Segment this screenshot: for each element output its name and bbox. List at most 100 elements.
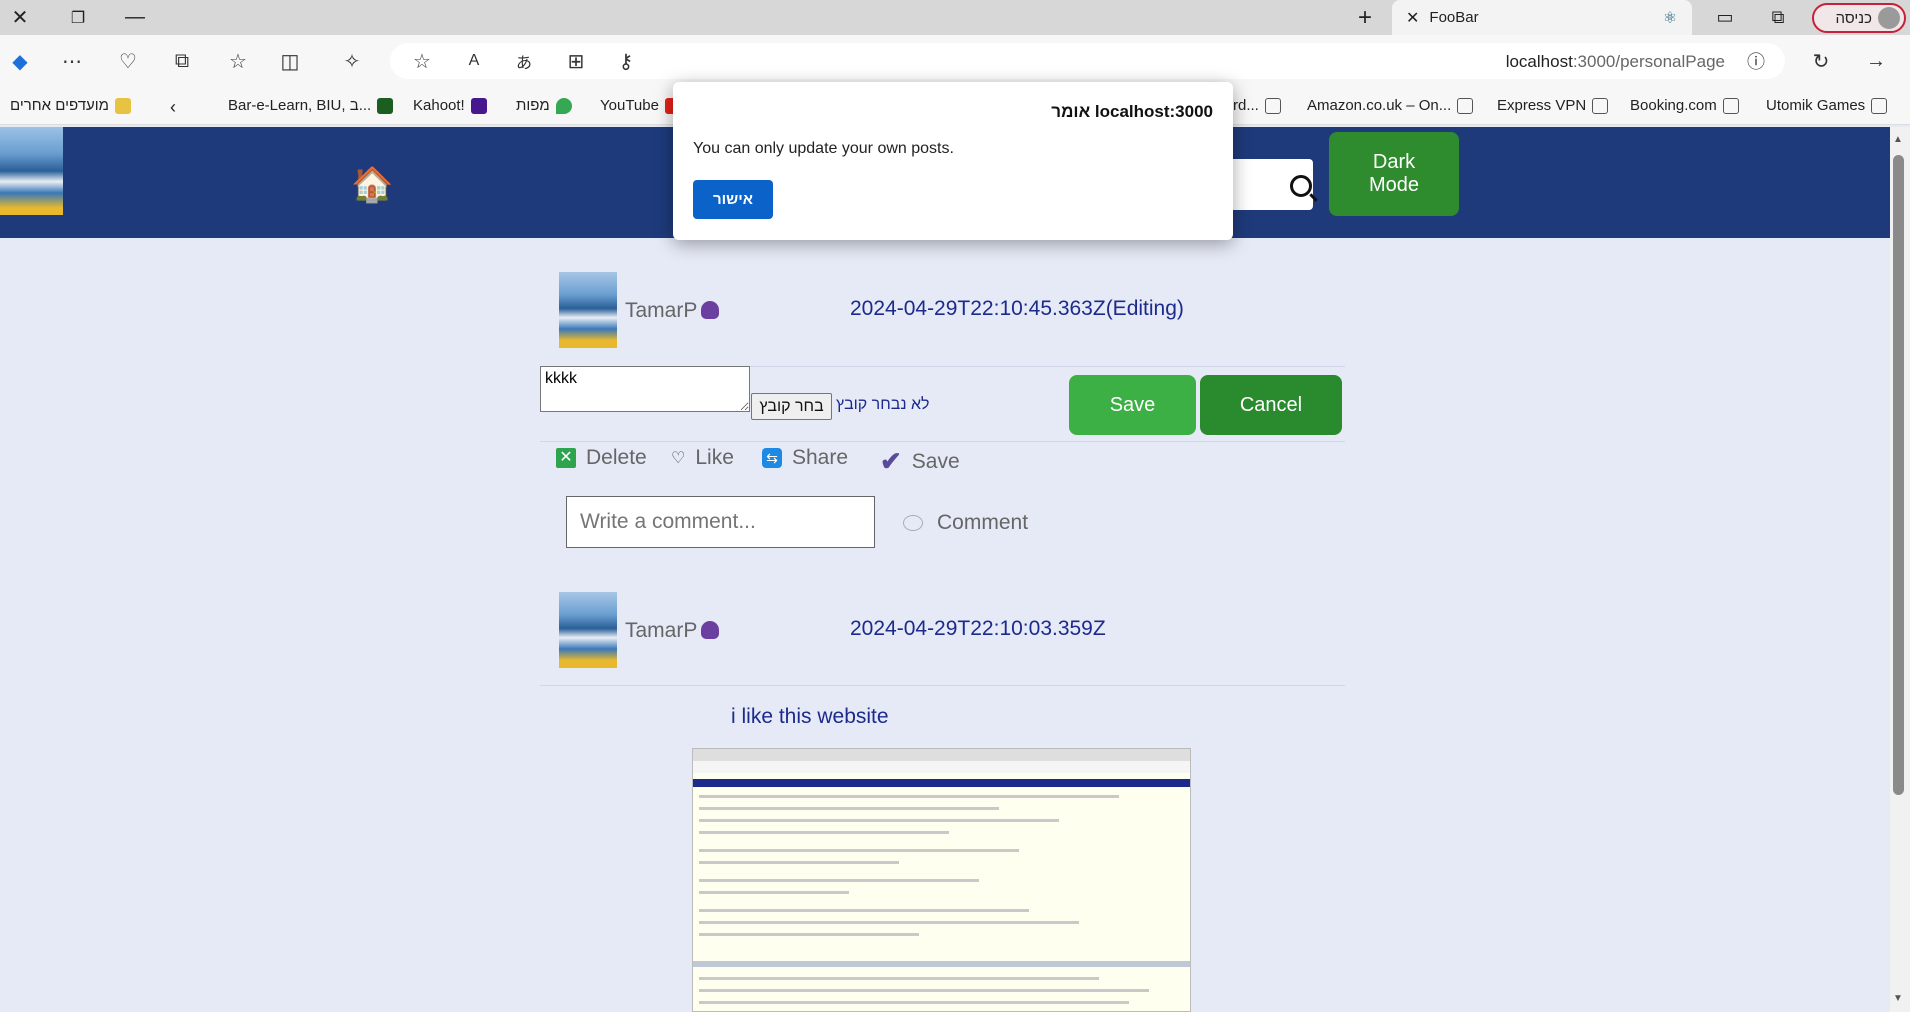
apps-icon[interactable]: ⊞ — [560, 45, 592, 77]
bookmark-kahoot[interactable]: Kahoot! — [413, 97, 487, 114]
address-bar[interactable]: ☆ A あ ⊞ ⚷ localhost:3000/personalPage ⓘ — [390, 43, 1785, 79]
scrollbar-thumb[interactable] — [1893, 155, 1904, 795]
tab-foobar[interactable]: ✕ FooBar — [1392, 0, 1692, 35]
new-tab-icon[interactable]: + — [1345, 0, 1385, 35]
post-image — [692, 748, 1191, 1012]
restore-window-icon[interactable]: ❐ — [58, 0, 98, 35]
workspaces-icon[interactable]: ⧉ — [1758, 0, 1798, 35]
home-icon[interactable]: 🏠 — [351, 165, 393, 205]
image-address-bar — [693, 761, 1190, 773]
divider — [540, 441, 1345, 442]
delete-action[interactable]: ✕ Delete — [556, 446, 647, 470]
username-text: TamarP — [625, 619, 698, 642]
dark-mode-button[interactable]: Dark Mode — [1329, 132, 1459, 216]
collections-icon[interactable]: ⧉ — [166, 45, 198, 77]
share-action[interactable]: ⇆ Share — [762, 446, 848, 470]
close-window-icon[interactable]: ✕ — [0, 0, 40, 35]
read-aloud-icon[interactable]: A — [458, 45, 490, 77]
site-info-icon[interactable]: ⓘ — [1740, 45, 1772, 77]
post-username[interactable]: TamarP — [625, 299, 720, 323]
kahoot-icon — [470, 97, 487, 114]
extensions-icon[interactable]: ✧ — [336, 45, 368, 77]
scroll-up-icon[interactable]: ▲ — [1893, 134, 1903, 145]
comment-button[interactable]: Comment — [903, 511, 1028, 535]
dialog-title: localhost:3000 אומר — [1051, 102, 1213, 121]
share-label: Share — [792, 446, 849, 469]
close-tab-icon[interactable]: ✕ — [1406, 8, 1419, 28]
page-icon — [1592, 97, 1609, 114]
url-text: localhost:3000/personalPage — [1506, 52, 1725, 72]
choose-file-button[interactable]: בחר קובץ — [751, 393, 832, 420]
cancel-button[interactable]: Cancel — [1200, 375, 1342, 435]
bookmark-expressvpn[interactable]: Express VPN — [1497, 97, 1609, 114]
key-icon[interactable]: ⚷ — [610, 45, 642, 77]
image-text-line — [699, 909, 1029, 912]
comment-label: Comment — [937, 511, 1029, 534]
image-text-line — [699, 891, 849, 894]
bookmark-youtube[interactable]: YouTube — [600, 97, 681, 114]
favorite-star-icon[interactable]: ☆ — [406, 45, 438, 77]
save-button[interactable]: Save — [1069, 375, 1196, 435]
tab-layout-icon[interactable]: ▭ — [1705, 0, 1745, 35]
bookmark-booking[interactable]: Booking.com — [1630, 97, 1739, 114]
image-browser-tabs — [693, 749, 1190, 761]
bookmark-label: Kahoot! — [413, 97, 465, 114]
bookmark-maps[interactable]: מפות — [516, 97, 572, 114]
like-label: Like — [695, 446, 734, 469]
bookmark-other-favorites[interactable]: מועדפים אחרים — [10, 97, 131, 114]
cancel-label: Cancel — [1239, 393, 1303, 416]
image-text-line — [699, 1001, 1129, 1004]
page-icon — [1871, 97, 1888, 114]
like-action[interactable]: ♡ Like — [671, 446, 734, 470]
dark-mode-label: Dark Mode — [1368, 151, 1420, 196]
elearn-icon — [377, 97, 394, 114]
dialog-ok-button[interactable]: אישור — [693, 180, 773, 219]
bookmark-label: Bar-e-Learn, BIU, ב... — [228, 97, 372, 114]
minimize-window-icon[interactable]: — — [115, 0, 155, 35]
bookmark-rd[interactable]: rd... — [1233, 97, 1281, 114]
maps-icon — [555, 97, 572, 114]
bookmark-label: rd... — [1233, 97, 1259, 114]
avatar — [559, 592, 617, 668]
page-icon — [1457, 97, 1474, 114]
image-text-line — [699, 807, 999, 810]
bookmark-bar-elearn[interactable]: Bar-e-Learn, BIU, ב... — [228, 97, 394, 114]
more-icon[interactable]: ⋯ — [56, 45, 88, 77]
forward-icon[interactable]: → — [1860, 45, 1892, 77]
save-post-action[interactable]: ✔ Save — [880, 446, 960, 477]
profile-label: כניסה — [1835, 9, 1872, 27]
bookmark-label: Express VPN — [1497, 97, 1587, 114]
translate-icon[interactable]: あ — [508, 45, 540, 77]
delete-icon: ✕ — [556, 448, 576, 468]
edit-post-textarea[interactable]: kkkk — [540, 366, 750, 412]
speech-bubble-icon — [903, 515, 923, 531]
profile-button[interactable]: כניסה — [1812, 3, 1906, 33]
comment-input[interactable] — [566, 496, 875, 548]
bookmark-amazon[interactable]: Amazon.co.uk – On... — [1307, 97, 1474, 114]
post-timestamp: 2024-04-29T22:10:45.363Z(Editing) — [850, 297, 1184, 320]
image-text-line — [699, 933, 919, 936]
delete-label: Delete — [586, 446, 647, 469]
health-icon[interactable]: ♡ — [112, 45, 144, 77]
tab-title: FooBar — [1429, 9, 1479, 26]
react-devtools-icon[interactable]: ⚛ — [1650, 0, 1690, 35]
bookmark-label: מועדפים אחרים — [10, 97, 109, 114]
scroll-down-icon[interactable]: ▼ — [1893, 993, 1903, 1004]
post-username[interactable]: TamarP — [625, 619, 720, 643]
chevron-left-icon[interactable]: ‹ — [170, 97, 176, 118]
favorites-icon[interactable]: ☆ — [222, 45, 254, 77]
image-text-line — [699, 831, 949, 834]
profile-avatar-icon — [1878, 7, 1900, 29]
username-text: TamarP — [625, 299, 698, 322]
dialog-message: You can only update your own posts. — [693, 140, 954, 157]
search-icon[interactable] — [1290, 175, 1312, 197]
image-text-line — [699, 795, 1119, 798]
bookmark-utomik[interactable]: Utomik Games — [1766, 97, 1888, 114]
site-logo[interactable] — [0, 127, 63, 215]
split-screen-icon[interactable]: ◫ — [274, 45, 306, 77]
url-path: :3000/personalPage — [1572, 52, 1725, 71]
post-text: i like this website — [731, 705, 889, 728]
refresh-icon[interactable]: ↻ — [1805, 45, 1837, 77]
image-text-line — [699, 819, 1059, 822]
copilot-icon[interactable]: ◆ — [4, 45, 36, 77]
